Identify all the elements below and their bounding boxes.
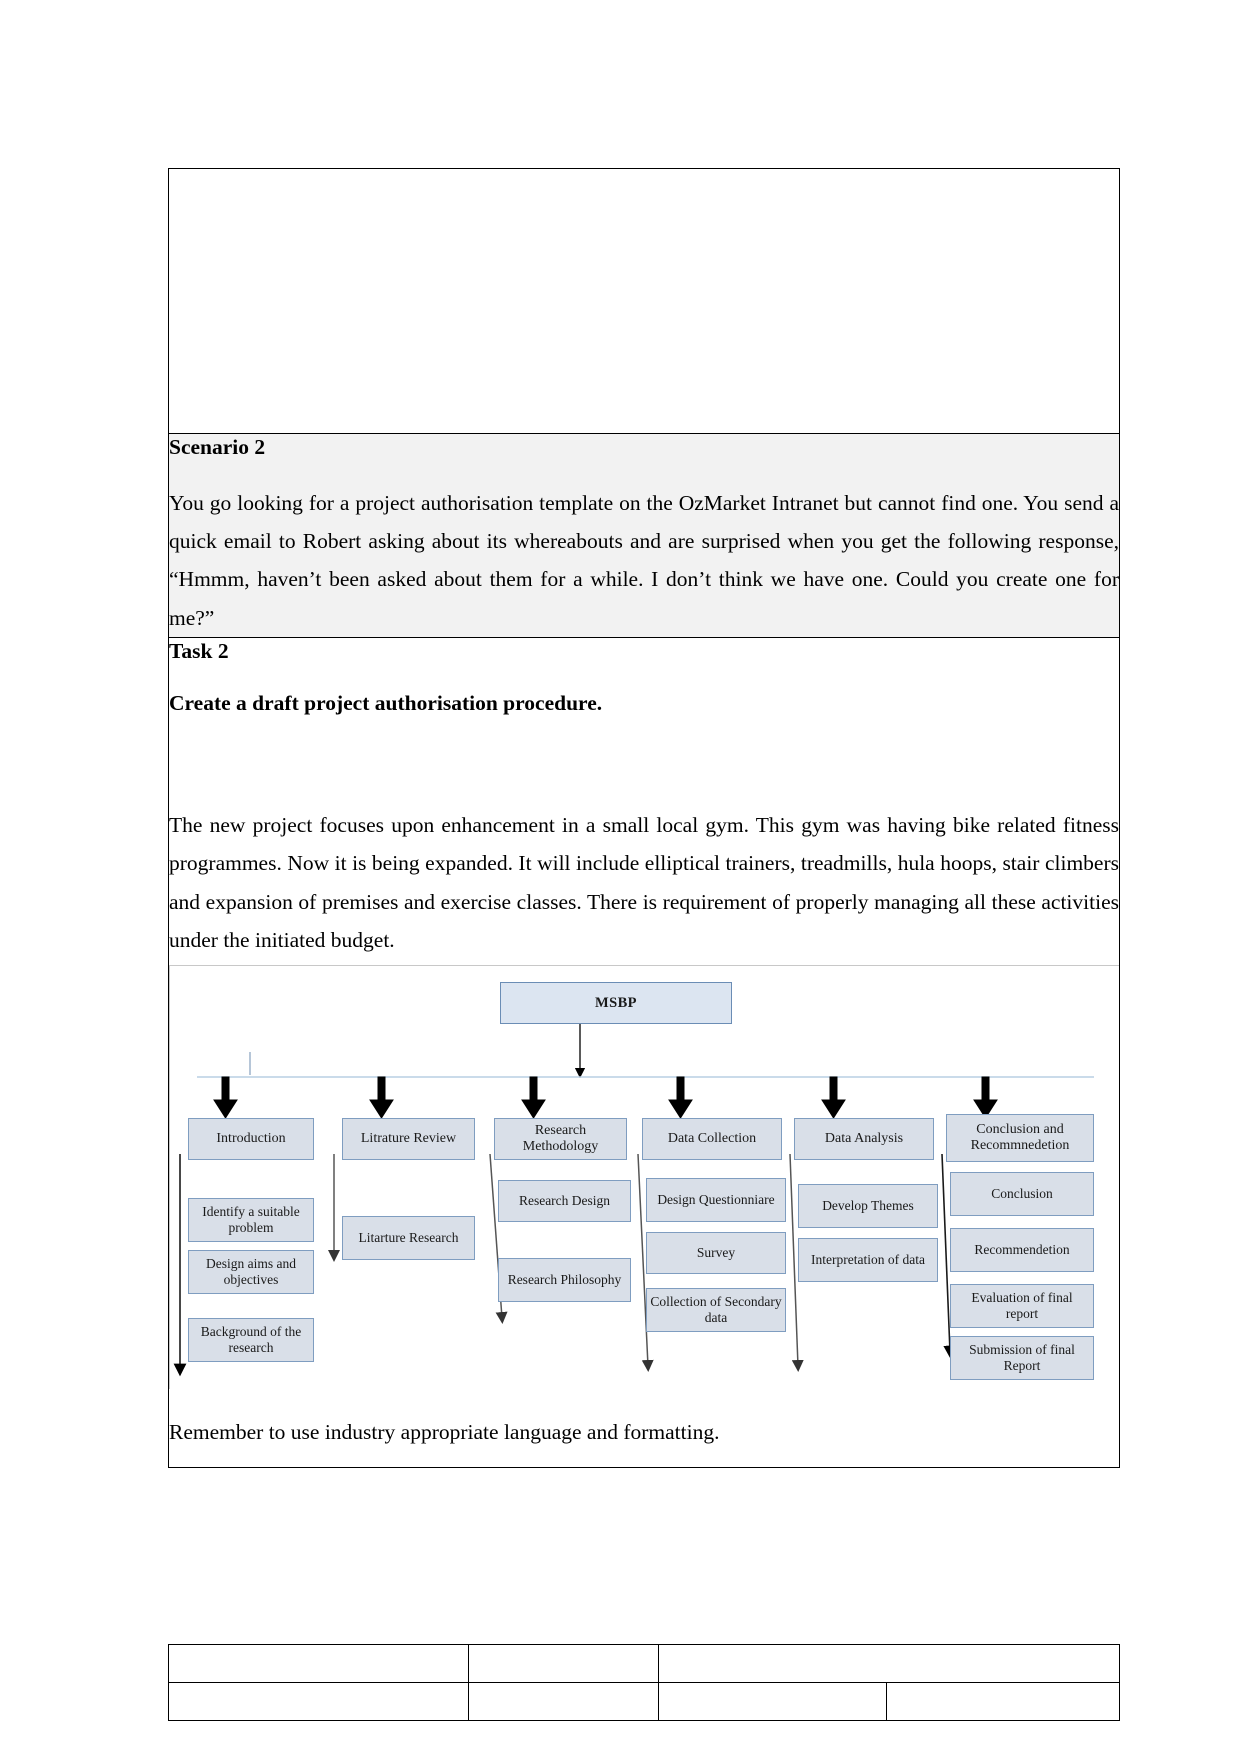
bottom-cell-r1c1: [168, 1644, 469, 1683]
bottom-cell-r2c2: [468, 1682, 659, 1721]
diagram-branch-research-methodology: Research Methodology: [494, 1118, 627, 1161]
table-row-empty: [168, 168, 1120, 434]
diagram-child-interpretation-of-data: Interpretation of data: [798, 1238, 938, 1283]
task-heading: Task 2: [169, 639, 229, 663]
diagram-child-conclusion: Conclusion: [950, 1172, 1094, 1217]
diagram-child-research-philosophy: Research Philosophy: [498, 1258, 631, 1303]
bottom-cell-r1c2: [468, 1644, 659, 1683]
scenario-cell: Scenario 2 You go looking for a project …: [168, 433, 1120, 638]
diagram-child-background: Background of the research: [188, 1318, 314, 1363]
task-cell: Task 2 Create a draft project authorisat…: [168, 636, 1120, 1469]
task-closing-note: Remember to use industry appropriate lan…: [169, 1420, 720, 1445]
table-row-task: Task 2 Create a draft project authorisat…: [168, 636, 1120, 1469]
table-row-scenario: Scenario 2 You go looking for a project …: [168, 433, 1120, 638]
diagram-child-collection-secondary-data: Collection of Secondary data: [646, 1288, 786, 1333]
task-body: The new project focuses upon enhancement…: [169, 813, 1119, 952]
bottom-cell-r1c3: [658, 1644, 1120, 1683]
bottom-table-row-2: [168, 1682, 1120, 1721]
diagram-child-develop-themes: Develop Themes: [798, 1184, 938, 1229]
bottom-table-row-1: [168, 1644, 1120, 1683]
main-content-table: Scenario 2 You go looking for a project …: [168, 168, 1120, 1469]
bottom-cell-r2c1: [168, 1682, 469, 1721]
vertical-spacer: [169, 744, 1119, 806]
bottom-cell-r2c3: [658, 1682, 887, 1721]
diagram-branch-conclusion-recommendation: Conclusion and Recommnedetion: [946, 1114, 1094, 1163]
scenario-body: You go looking for a project authorisati…: [169, 490, 1119, 630]
diagram-branch-introduction: Introduction: [188, 1118, 314, 1161]
diagram-child-litarture-research: Litarture Research: [342, 1216, 475, 1261]
diagram-node-root: MSBP: [500, 982, 732, 1025]
diagram-child-identify-problem: Identify a suitable problem: [188, 1198, 314, 1243]
diagram-branch-data-collection: Data Collection: [642, 1118, 782, 1161]
diagram-child-recommendetion: Recommendetion: [950, 1228, 1094, 1273]
diagram-child-research-design: Research Design: [498, 1180, 631, 1223]
msbp-diagram: MSBP Introduction Identify a suitable pr…: [169, 965, 1119, 1390]
task-subheading: Create a draft project authorisation pro…: [169, 690, 603, 715]
bottom-cell-r2c4: [886, 1682, 1120, 1721]
diagram-child-evaluation-final-report: Evaluation of final report: [950, 1284, 1094, 1329]
bottom-table: [168, 1644, 1120, 1721]
diagram-child-design-aims: Design aims and objectives: [188, 1250, 314, 1295]
document-page: Scenario 2 You go looking for a project …: [0, 0, 1242, 1754]
diagram-child-design-questionniare: Design Questionniare: [646, 1178, 786, 1223]
diagram-branch-litrature-review: Litrature Review: [342, 1118, 475, 1161]
diagram-branch-data-analysis: Data Analysis: [794, 1118, 934, 1161]
empty-header-cell: [168, 168, 1120, 434]
diagram-child-submission-final-report: Submission of final Report: [950, 1336, 1094, 1381]
scenario-heading: Scenario 2: [169, 435, 266, 459]
diagram-child-survey: Survey: [646, 1232, 786, 1275]
